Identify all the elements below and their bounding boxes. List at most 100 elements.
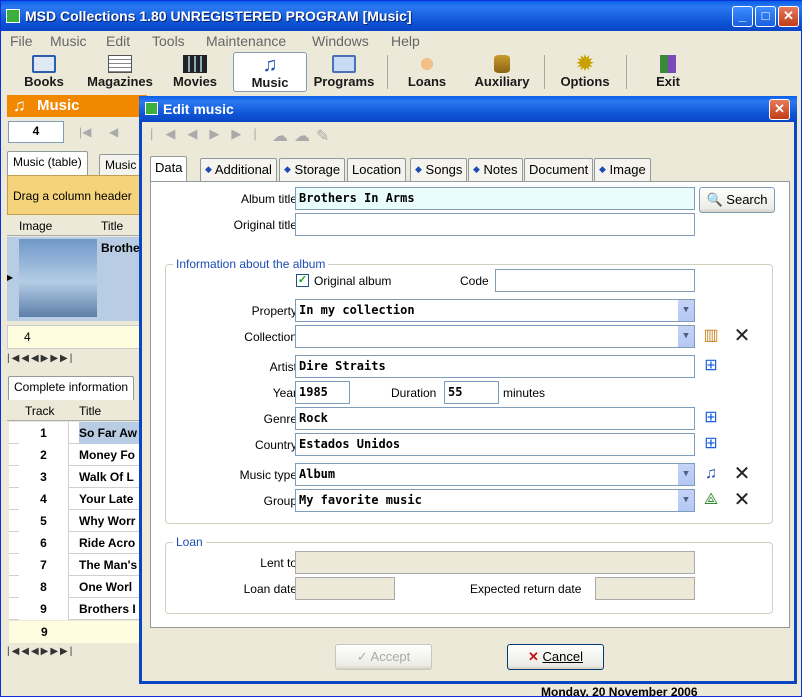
tab-music-table[interactable]: Music (table)	[7, 151, 88, 175]
collection-books-icon[interactable]: ▥	[699, 325, 723, 347]
table-row[interactable]: 2 Money Fo	[9, 444, 141, 466]
clear-group-icon[interactable]: ✕	[731, 489, 753, 511]
table-row[interactable]: 7 The Man's	[9, 554, 141, 576]
music-type-label: Music type	[239, 468, 297, 482]
close-icon: ✕	[528, 649, 539, 664]
property-value: In my collection	[299, 303, 415, 317]
album-title-input[interactable]: Brothers In Arms	[295, 187, 695, 210]
music-notes-icon[interactable]: ♫	[699, 463, 723, 485]
table-row[interactable]: 1 So Far Aw	[9, 422, 141, 444]
movies-button[interactable]: Movies	[167, 52, 223, 92]
table-row[interactable]: 9 Brothers I	[9, 598, 141, 620]
group-by-hint: Drag a column header	[13, 189, 132, 203]
table-row[interactable]: 5 Why Worr	[9, 510, 141, 532]
chevron-down-icon[interactable]: ▼	[677, 326, 694, 347]
column-track-title[interactable]: Title	[79, 404, 101, 418]
search-button[interactable]: 🔍 Search	[699, 187, 775, 213]
original-title-input[interactable]	[295, 213, 695, 236]
exit-button[interactable]: Exit	[641, 52, 695, 92]
group-tree-icon[interactable]: ⟁	[699, 489, 723, 511]
maximize-button[interactable]: □	[755, 6, 776, 27]
tab-document[interactable]: Document	[524, 158, 594, 181]
main-toolbar: Books Magazines Movies ♫ Music Programs …	[1, 51, 801, 93]
property-select[interactable]: In my collection ▼	[295, 299, 695, 322]
dialog-actions[interactable]: ☁☁✎	[272, 126, 362, 148]
programs-button[interactable]: Programs	[309, 52, 379, 92]
tab-songs[interactable]: ◆ Songs	[410, 158, 468, 181]
table-row[interactable]: 8 One Worl	[9, 576, 141, 598]
grid-navigator[interactable]: |◀◀◀▶▶▶|	[7, 353, 141, 369]
add-country-icon[interactable]: ⊞	[699, 433, 723, 455]
code-input[interactable]	[495, 269, 695, 292]
tracks-navigator[interactable]: |◀◀◀▶▶▶|	[7, 646, 141, 662]
table-row[interactable]: 3 Walk Of L	[9, 466, 141, 488]
cancel-button[interactable]: ✕ Cancel	[507, 644, 604, 670]
menu-maintenance[interactable]: Maintenance	[206, 33, 286, 49]
album-info-group-label: Information about the album	[173, 257, 329, 271]
search-icon: 🔍	[706, 192, 723, 207]
computer-icon	[332, 55, 356, 73]
books-button[interactable]: Books	[15, 52, 73, 92]
original-album-checkbox[interactable]: ✓	[296, 274, 309, 287]
navigator-first-icon[interactable]: |◀	[79, 125, 91, 139]
accept-button[interactable]: ✓ Accept	[335, 644, 432, 670]
group-value: My favorite music	[299, 493, 422, 507]
menu-file[interactable]: File	[10, 33, 33, 49]
track-number: 8	[19, 576, 69, 598]
table-row[interactable]: 6 Ride Acro	[9, 532, 141, 554]
group-select[interactable]: My favorite music ▼	[295, 489, 695, 512]
menu-bar: File Music Edit Tools Maintenance Window…	[1, 31, 801, 51]
auxiliary-button[interactable]: Auxiliary	[467, 52, 537, 92]
genre-input[interactable]: Rock	[295, 407, 695, 430]
menu-tools[interactable]: Tools	[152, 33, 185, 49]
clear-music-type-icon[interactable]: ✕	[731, 463, 753, 485]
artist-input[interactable]: Dire Straits	[295, 355, 695, 378]
chevron-down-icon[interactable]: ▼	[677, 300, 694, 321]
add-genre-icon[interactable]: ⊞	[699, 407, 723, 429]
menu-edit[interactable]: Edit	[106, 33, 130, 49]
menu-windows[interactable]: Windows	[312, 33, 369, 49]
menu-help[interactable]: Help	[391, 33, 420, 49]
column-image[interactable]: Image	[19, 219, 52, 233]
year-input[interactable]: 1985	[295, 381, 350, 404]
navigator-prev-icon[interactable]: ◀	[109, 125, 118, 139]
magazines-button[interactable]: Magazines	[83, 52, 157, 92]
track-title: Your Late	[79, 492, 134, 506]
music-button[interactable]: ♫ Music	[233, 52, 307, 92]
music-type-select[interactable]: Album ▼	[295, 463, 695, 486]
chevron-down-icon[interactable]: ▼	[677, 490, 694, 511]
dialog-close-button[interactable]: ✕	[769, 99, 790, 120]
tab-data[interactable]: Data	[150, 156, 188, 182]
table-row[interactable]: 4 Your Late	[9, 488, 141, 510]
tab-location[interactable]: Location	[347, 158, 407, 181]
column-title[interactable]: Title	[101, 219, 123, 233]
clear-collection-icon[interactable]: ✕	[731, 325, 753, 347]
minimize-button[interactable]: _	[732, 6, 753, 27]
summary-row: 4	[7, 325, 141, 349]
tab-complete-information[interactable]: Complete information	[8, 376, 135, 400]
add-artist-icon[interactable]: ⊞	[699, 355, 723, 377]
tracks-summary: 9	[9, 621, 141, 643]
options-button[interactable]: ✹ Options	[553, 52, 617, 92]
tab-additional[interactable]: ◆ Additional	[200, 158, 277, 181]
tab-music[interactable]: Music	[99, 154, 141, 176]
close-button[interactable]: ✕	[778, 6, 799, 27]
record-number-field[interactable]: 4	[8, 121, 64, 143]
original-title-label: Original title	[233, 218, 297, 232]
loans-button[interactable]: Loans	[399, 52, 455, 92]
tab-image[interactable]: ◆ Image	[594, 158, 651, 181]
tab-notes[interactable]: ◆ Notes	[468, 158, 523, 181]
loan-date-label: Loan date	[243, 582, 297, 596]
column-track[interactable]: Track	[25, 404, 55, 418]
country-input[interactable]: Estados Unidos	[295, 433, 695, 456]
tab-storage[interactable]: ◆ Storage	[279, 158, 346, 181]
menu-music[interactable]: Music	[50, 33, 87, 49]
album-row[interactable]: ▶ Brothe	[7, 237, 141, 321]
toolbar-separator	[544, 55, 545, 89]
group-by-area: Drag a column header	[7, 175, 141, 215]
collection-select[interactable]: ▼	[295, 325, 695, 348]
film-icon	[183, 55, 207, 73]
chevron-down-icon[interactable]: ▼	[677, 464, 694, 485]
album-title-cell: Brothe	[101, 241, 140, 255]
duration-input[interactable]: 55	[444, 381, 499, 404]
